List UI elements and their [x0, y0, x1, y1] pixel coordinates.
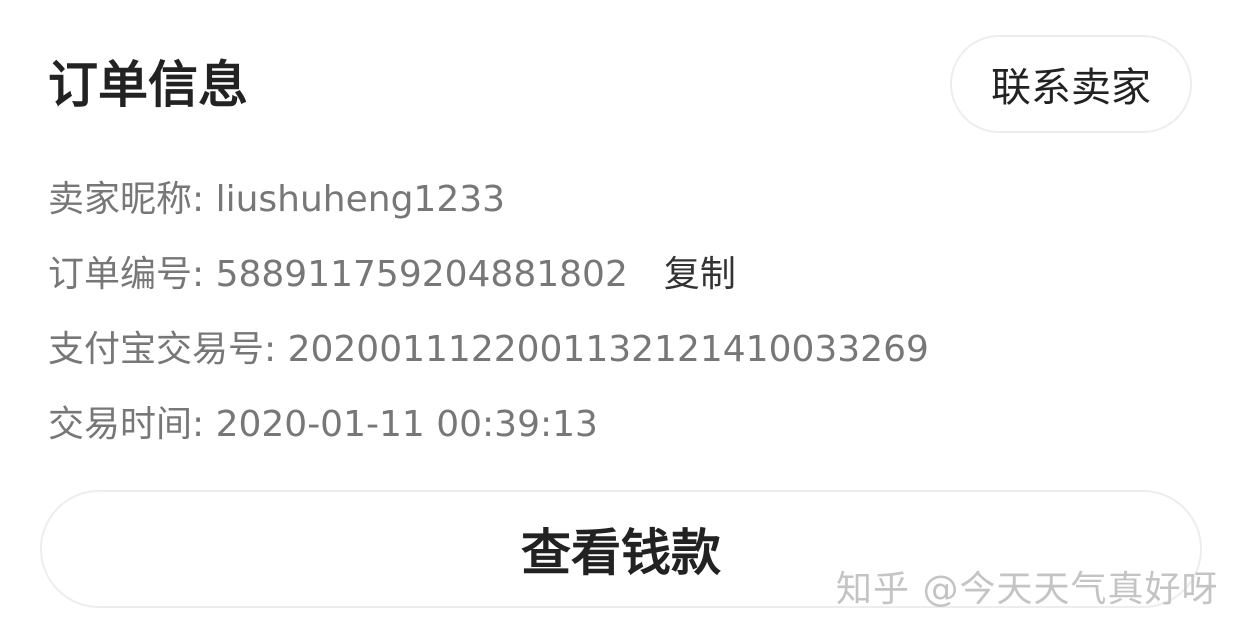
- copy-order-number-button[interactable]: 复制: [664, 254, 736, 295]
- seller-nickname-row: 卖家昵称: liushuheng1233: [48, 178, 505, 222]
- page-title: 订单信息: [48, 56, 248, 114]
- order-number-value: 588911759204881802: [215, 254, 628, 295]
- alipay-trade-row: 支付宝交易号: 2020011122001132121410033269: [48, 328, 929, 372]
- watermark: 知乎 @今天天气真好呀: [836, 569, 1219, 610]
- trade-time-label: 交易时间:: [48, 404, 216, 445]
- order-number-label: 订单编号:: [48, 254, 216, 295]
- alipay-trade-value: 2020011122001132121410033269: [287, 329, 929, 370]
- alipay-trade-label: 支付宝交易号:: [48, 329, 288, 370]
- trade-time-row: 交易时间: 2020-01-11 00:39:13: [48, 403, 598, 447]
- seller-nickname-label: 卖家昵称:: [48, 179, 216, 220]
- contact-seller-button[interactable]: 联系卖家: [950, 35, 1192, 133]
- order-number-row: 订单编号: 588911759204881802 复制: [48, 253, 736, 297]
- trade-time-value: 2020-01-11 00:39:13: [215, 404, 598, 445]
- seller-nickname-value: liushuheng1233: [215, 179, 506, 220]
